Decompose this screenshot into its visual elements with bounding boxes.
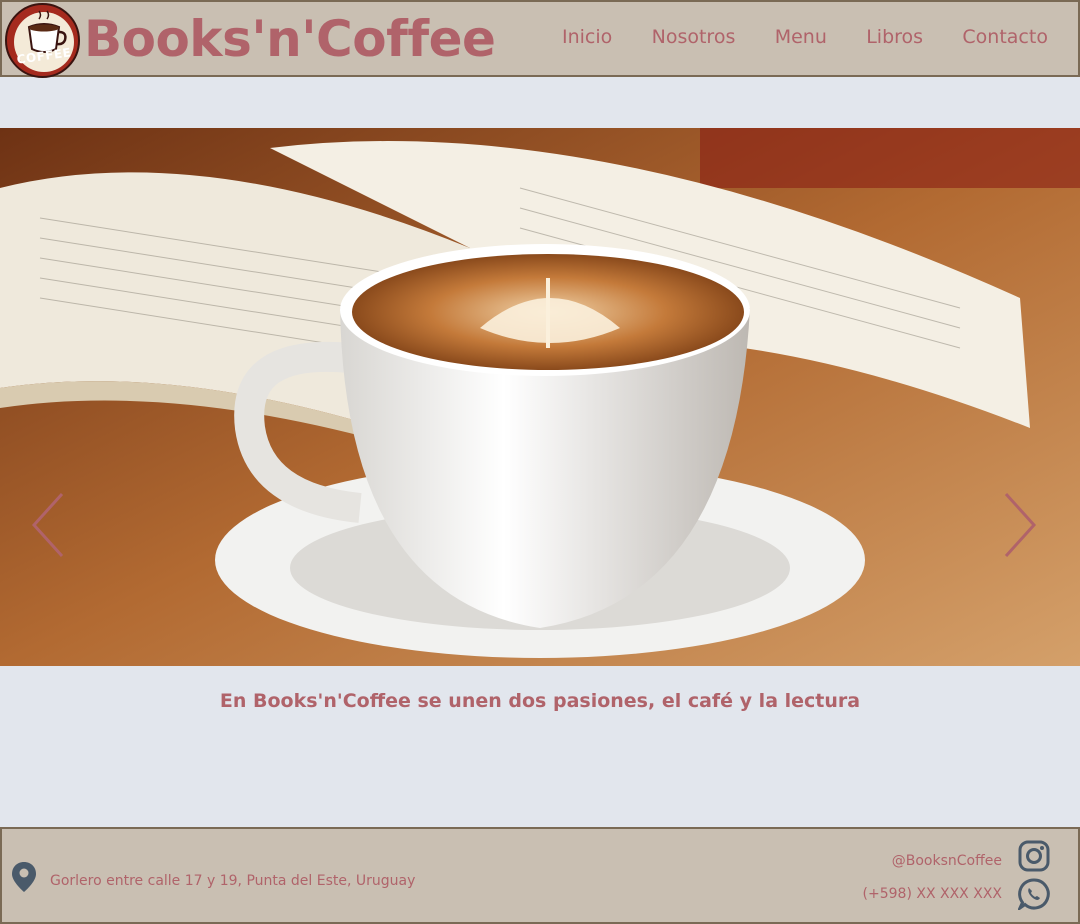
chevron-left-icon[interactable] bbox=[28, 490, 68, 560]
coffee-book-photo bbox=[0, 128, 1080, 666]
site-title[interactable]: Books'n'Coffee bbox=[84, 8, 496, 70]
tagline: En Books'n'Coffee se unen dos pasiones, … bbox=[219, 690, 861, 712]
coffee-cup-logo-icon bbox=[13, 10, 75, 76]
instagram-icon[interactable] bbox=[1018, 840, 1050, 872]
address-text: Gorlero entre calle 17 y 19, Punta del E… bbox=[50, 873, 416, 889]
instagram-handle[interactable]: @BooksnCoffee bbox=[892, 853, 1002, 869]
main-nav: Inicio Nosotros Menu Libros Contacto bbox=[562, 26, 1048, 48]
whatsapp-number[interactable]: (+598) XX XXX XXX bbox=[863, 886, 1002, 902]
nav-item-libros[interactable]: Libros bbox=[866, 26, 923, 48]
site-header: COFFEE Books'n'Coffee Inicio Nosotros Me… bbox=[0, 0, 1080, 78]
nav-item-inicio[interactable]: Inicio bbox=[562, 26, 612, 48]
whatsapp-icon[interactable] bbox=[1018, 878, 1050, 910]
site-footer: Gorlero entre calle 17 y 19, Punta del E… bbox=[0, 827, 1080, 924]
nav-item-menu[interactable]: Menu bbox=[775, 26, 827, 48]
hero-carousel[interactable] bbox=[0, 128, 1080, 666]
logo[interactable]: COFFEE bbox=[5, 3, 80, 78]
map-pin-icon bbox=[12, 862, 36, 892]
nav-item-nosotros[interactable]: Nosotros bbox=[652, 26, 736, 48]
nav-item-contacto[interactable]: Contacto bbox=[962, 26, 1048, 48]
chevron-right-icon[interactable] bbox=[1000, 490, 1040, 560]
